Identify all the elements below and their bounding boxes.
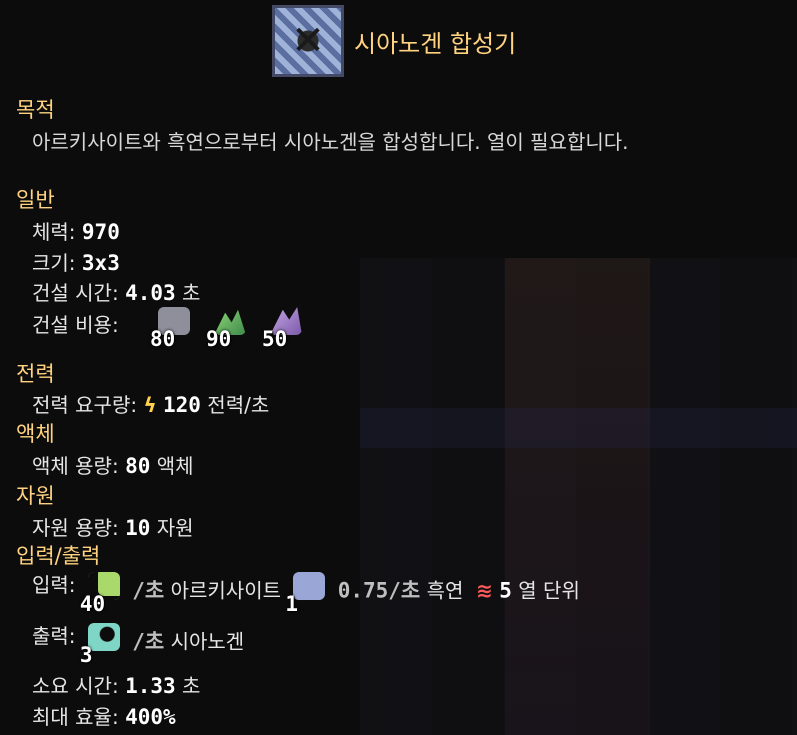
health-value: 970 bbox=[81, 220, 120, 244]
craft-time-unit: 초 bbox=[175, 674, 201, 698]
build-cost-items: 80 90 50 bbox=[150, 305, 312, 351]
cost-amount: 90 bbox=[206, 327, 232, 351]
heat-unit: 열 단위 bbox=[511, 578, 580, 603]
cost-amount: 80 bbox=[150, 327, 176, 351]
output-label: 출력: bbox=[32, 623, 76, 648]
input-stat: 입력: 40 /초 아르키사이트 1 0.75/초 흑연 ≋ 5 열 단위 bbox=[32, 570, 580, 616]
build-time-label: 건설 시간: bbox=[32, 281, 126, 305]
input-label: 입력: bbox=[32, 572, 76, 597]
power-use-stat: 전력 요구량: ϟ 120 전력/초 bbox=[32, 389, 269, 418]
efficiency-stat: 최대 효율: 400% bbox=[32, 701, 176, 730]
power-label: 전력 요구량: bbox=[32, 393, 144, 417]
build-time-value: 4.03 bbox=[125, 281, 176, 305]
lightning-icon: ϟ bbox=[143, 393, 157, 417]
output-stat: 출력: 3 /초 시아노겐 bbox=[32, 621, 244, 667]
section-io: 입력/출력 bbox=[16, 544, 101, 568]
build-cost-label: 건설 비용: bbox=[32, 313, 119, 337]
health-label: 체력: bbox=[32, 220, 82, 244]
section-items: 자원 bbox=[16, 484, 55, 508]
craft-time-value: 1.33 bbox=[125, 674, 176, 698]
output-item-cyanogen: 3 bbox=[79, 621, 126, 667]
item-capacity-unit: 자원 bbox=[150, 516, 194, 540]
craft-time-stat: 소요 시간: 1.33 초 bbox=[32, 670, 200, 699]
liquid-capacity-stat: 액체 용량: 80 액체 bbox=[32, 450, 194, 479]
output-rate: /초 bbox=[132, 629, 165, 654]
input-1-amount: 40 bbox=[79, 592, 106, 616]
block-header: ✕ 시아노겐 합성기 bbox=[272, 4, 516, 78]
graphite-icon bbox=[293, 572, 326, 600]
block-title: 시아노겐 합성기 bbox=[354, 29, 517, 58]
output-name: 시아노겐 bbox=[170, 629, 245, 654]
liquid-capacity-label: 액체 용량: bbox=[32, 454, 126, 478]
output-amount: 3 bbox=[79, 643, 93, 667]
craft-time-label: 소요 시간: bbox=[32, 674, 126, 698]
section-general: 일반 bbox=[16, 188, 55, 212]
section-power: 전력 bbox=[16, 362, 55, 386]
size-label: 크기: bbox=[32, 251, 82, 275]
build-time-stat: 건설 시간: 4.03 초 bbox=[32, 277, 200, 306]
cost-amount: 50 bbox=[262, 327, 288, 351]
input-item-arkycite: 40 bbox=[79, 570, 126, 616]
liquid-capacity-unit: 액체 bbox=[150, 454, 194, 478]
cost-item: 90 bbox=[206, 305, 256, 351]
input-2-amount: 1 bbox=[285, 592, 299, 616]
size-stat: 크기: 3x3 bbox=[32, 247, 120, 276]
size-value: 3x3 bbox=[81, 251, 120, 275]
input-2-rate: 0.75/초 bbox=[337, 578, 421, 603]
item-capacity-stat: 자원 용량: 10 자원 bbox=[32, 512, 194, 541]
item-capacity-value: 10 bbox=[125, 516, 151, 540]
power-value: 120 bbox=[163, 393, 201, 417]
input-item-graphite: 1 bbox=[285, 570, 331, 616]
cyanogen-synthesizer-icon: ✕ bbox=[272, 5, 344, 77]
heat-icon: ≋ bbox=[476, 578, 493, 603]
cost-item: 80 bbox=[150, 305, 200, 351]
build-time-unit: 초 bbox=[175, 281, 201, 305]
liquid-capacity-value: 80 bbox=[125, 454, 151, 478]
block-info-tooltip: ✕ 시아노겐 합성기 목적 아르키사이트와 흑연으로부터 시아노겐을 합성합니다… bbox=[0, 0, 797, 735]
cost-item: 50 bbox=[262, 305, 312, 351]
heat-value: 5 bbox=[499, 578, 512, 603]
input-1-rate: /초 bbox=[132, 578, 165, 603]
input-2-name: 흑연 bbox=[426, 578, 464, 603]
item-capacity-label: 자원 용량: bbox=[32, 516, 126, 540]
input-1-name: 아르키사이트 bbox=[170, 578, 281, 603]
power-unit: 전력/초 bbox=[200, 393, 270, 417]
efficiency-label: 최대 효율: bbox=[32, 705, 126, 729]
section-liquids: 액체 bbox=[16, 422, 55, 446]
section-purpose: 목적 bbox=[16, 98, 55, 122]
efficiency-value: 400% bbox=[125, 705, 176, 729]
block-description: 아르키사이트와 흑연으로부터 시아노겐을 합성합니다. 열이 필요합니다. bbox=[32, 130, 629, 154]
health-stat: 체력: 970 bbox=[32, 216, 120, 245]
